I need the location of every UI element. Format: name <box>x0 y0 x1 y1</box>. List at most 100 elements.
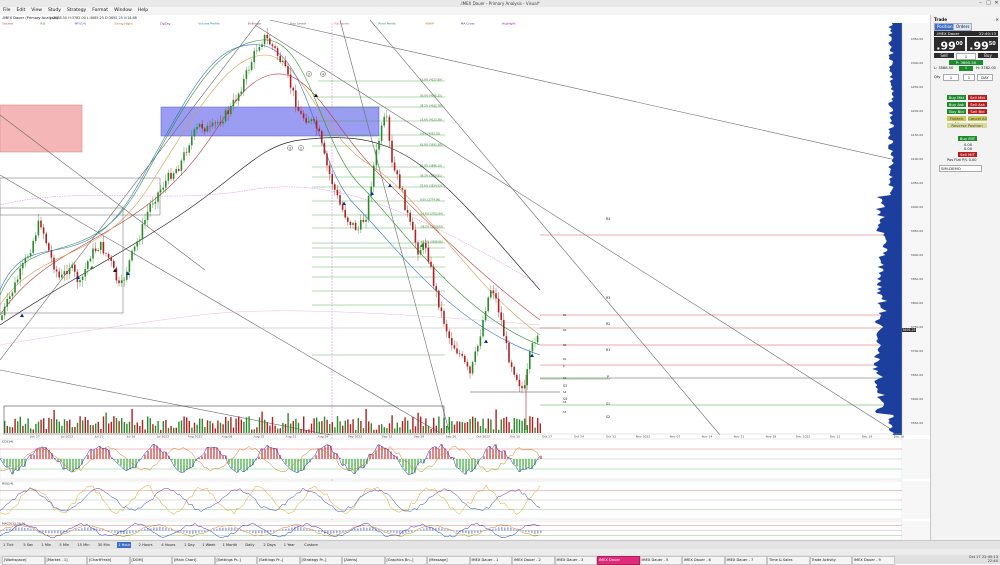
timeframe-1-hour[interactable]: 1 Hour <box>117 542 131 548</box>
date-tick: Dec 12 <box>830 435 841 439</box>
tab-orders[interactable]: Orders <box>953 23 972 31</box>
wave-label-2: 2 <box>308 72 310 76</box>
qty-label: Qty <box>934 75 940 79</box>
candle <box>435 286 437 291</box>
timeframe-1-tick[interactable]: 1 Tick <box>2 542 15 548</box>
sell-ask-button[interactable]: Sell Ask <box>968 102 987 107</box>
candle <box>446 324 448 332</box>
minimize-button[interactable]: – <box>977 0 984 7</box>
buy-button[interactable]: Buy <box>978 53 998 58</box>
price-tick: 3700.00 <box>911 349 923 353</box>
sell-bid-button[interactable]: Sell Bid <box>968 109 987 114</box>
indicator-panes[interactable]: CCI(14)RSI(14)MACD(12,26,9) <box>0 439 930 540</box>
taskbar-window[interactable]: [DOM] <box>130 556 173 565</box>
timeframe-daily[interactable]: Daily <box>244 542 255 548</box>
taskbar-window[interactable]: [Strategy Pr..] <box>300 556 343 565</box>
supply-zone[interactable] <box>0 105 82 152</box>
qty-spinner[interactable]: 1 <box>943 74 959 81</box>
buy-mkt-button[interactable]: Buy Mkt <box>947 95 966 100</box>
taskbar-window[interactable]: IMEX Dauer - 1 <box>470 556 513 565</box>
range-mid-badge: 1 <box>959 66 973 71</box>
candle <box>456 348 458 353</box>
account-select[interactable]: SIM-DEMO <box>939 165 982 172</box>
buy-bid-button[interactable]: Buy Bid <box>947 109 966 114</box>
candle <box>521 386 523 388</box>
tif-select[interactable]: DAY <box>977 74 993 81</box>
buy-ask-button[interactable]: Buy Ask <box>947 102 966 107</box>
price-tick: 4350.00 <box>911 37 923 41</box>
timeframe-1-year[interactable]: 1 Year <box>283 542 296 548</box>
sell-button[interactable]: Sell <box>934 53 954 58</box>
timeframe-custom[interactable]: Custom <box>303 542 319 548</box>
candle <box>342 205 344 210</box>
taskbar-window[interactable]: [Settings Pr..] <box>257 556 300 565</box>
menu-help[interactable]: Help <box>135 7 151 15</box>
taskbar-window[interactable]: IMEX Dauer <box>597 556 640 565</box>
timeframe-5-sec[interactable]: 5 Sec <box>22 542 34 548</box>
taskbar-window[interactable]: IMEX Dauer - 3 <box>555 556 598 565</box>
taskbar-window[interactable]: [Settings Pr..] <box>215 556 258 565</box>
taskbar-window[interactable]: [Alerts] <box>342 556 385 565</box>
menu-edit[interactable]: Edit <box>14 7 29 15</box>
timeframe-5-min[interactable]: 5 Min <box>58 542 70 548</box>
buy-mit-button[interactable]: Buy MIT <box>958 136 977 141</box>
timeframe-30-min[interactable]: 30 Min <box>97 542 111 548</box>
taskbar-window[interactable]: Trade Activity <box>810 556 853 565</box>
date-tick: Dec 26 <box>894 435 905 439</box>
taskbar-window[interactable]: IMEX Dauer - 9 <box>852 556 895 565</box>
study-label: Highlight <box>502 22 516 26</box>
timeframe-1-min[interactable]: 1 Min <box>40 542 52 548</box>
maximize-button[interactable]: □ <box>985 0 992 7</box>
taskbar-window[interactable]: [Market - 1] <box>45 556 88 565</box>
candle <box>337 190 339 195</box>
price-chart[interactable]: .IMEX Dauer (Primary Analysis) L:3588.50… <box>0 15 930 540</box>
menu-view[interactable]: View <box>28 7 45 15</box>
chart-area[interactable]: .IMEX Dauer (Primary Analysis) L:3588.50… <box>0 15 930 540</box>
timeframe-1-day[interactable]: 1 Day <box>183 542 196 548</box>
candle <box>220 122 222 123</box>
chart-ohlc-readout: L:3588.50 H:3782.00 L:3685.25 D:3695.25 … <box>50 16 137 20</box>
taskbar-window[interactable]: IMEX Dauer - 2 <box>512 556 555 565</box>
taskbar-window[interactable]: [Main Chart] <box>172 556 215 565</box>
candle <box>381 126 383 141</box>
price-tick: 3950.00 <box>911 229 923 233</box>
taskbar-window[interactable]: [ChartFresh] <box>87 556 130 565</box>
menu-bar: FileEditViewStudyStrategyFormatWindowHel… <box>0 7 1000 15</box>
taskbar-window[interactable]: [Workspace] <box>2 556 45 565</box>
timeframe-15-min[interactable]: 15 Min <box>76 542 90 548</box>
menu-window[interactable]: Window <box>111 7 135 15</box>
cancel-all-button[interactable]: Cancel All <box>968 116 987 121</box>
menu-study[interactable]: Study <box>45 7 64 15</box>
reverse-button[interactable]: Reverse Position <box>947 123 987 128</box>
taskbar-window[interactable]: IMEX Dauer - 7 <box>725 556 768 565</box>
pivot-label-small: S2 <box>563 390 567 394</box>
timeframe-1-month[interactable]: 1 Month <box>222 542 239 548</box>
candle <box>45 234 47 244</box>
candle <box>326 154 328 166</box>
candle <box>500 312 502 320</box>
candle <box>430 262 432 267</box>
timeframe-4-hours[interactable]: 4 Hours <box>160 542 176 548</box>
trade-panel-close-icon[interactable]: ✕ <box>995 17 999 22</box>
taskbar-window[interactable]: IMEX Dauer - 6 <box>682 556 725 565</box>
sell-mkt-button[interactable]: Sell Mkt <box>968 95 987 100</box>
menu-format[interactable]: Format <box>89 7 111 15</box>
taskbar-window[interactable]: [Graphics Bn..] <box>385 556 428 565</box>
candle <box>110 258 112 261</box>
date-tick: Dec 2022 <box>796 435 810 439</box>
candle <box>87 261 89 269</box>
timeframe-2-hours[interactable]: 2 Hours <box>138 542 154 548</box>
qty-field[interactable]: 1 <box>956 53 976 60</box>
taskbar-window[interactable]: Time & Sales <box>767 556 810 565</box>
menu-file[interactable]: File <box>0 7 14 15</box>
candle <box>464 356 466 362</box>
taskbar-window[interactable]: [Message] <box>427 556 470 565</box>
sell-mit-button[interactable]: Sell MIT <box>958 152 977 157</box>
taskbar-window[interactable]: IMEX Dauer - 5 <box>640 556 683 565</box>
qty-multiplier[interactable]: 1 <box>963 74 975 81</box>
timeframe-1-week[interactable]: 1 Week <box>201 542 216 548</box>
timeframe-2-days[interactable]: 2 Days <box>262 542 276 548</box>
close-button[interactable]: ✕ <box>993 0 1000 7</box>
flatten-button[interactable]: Flatten All <box>947 116 966 121</box>
menu-strategy[interactable]: Strategy <box>64 7 89 15</box>
